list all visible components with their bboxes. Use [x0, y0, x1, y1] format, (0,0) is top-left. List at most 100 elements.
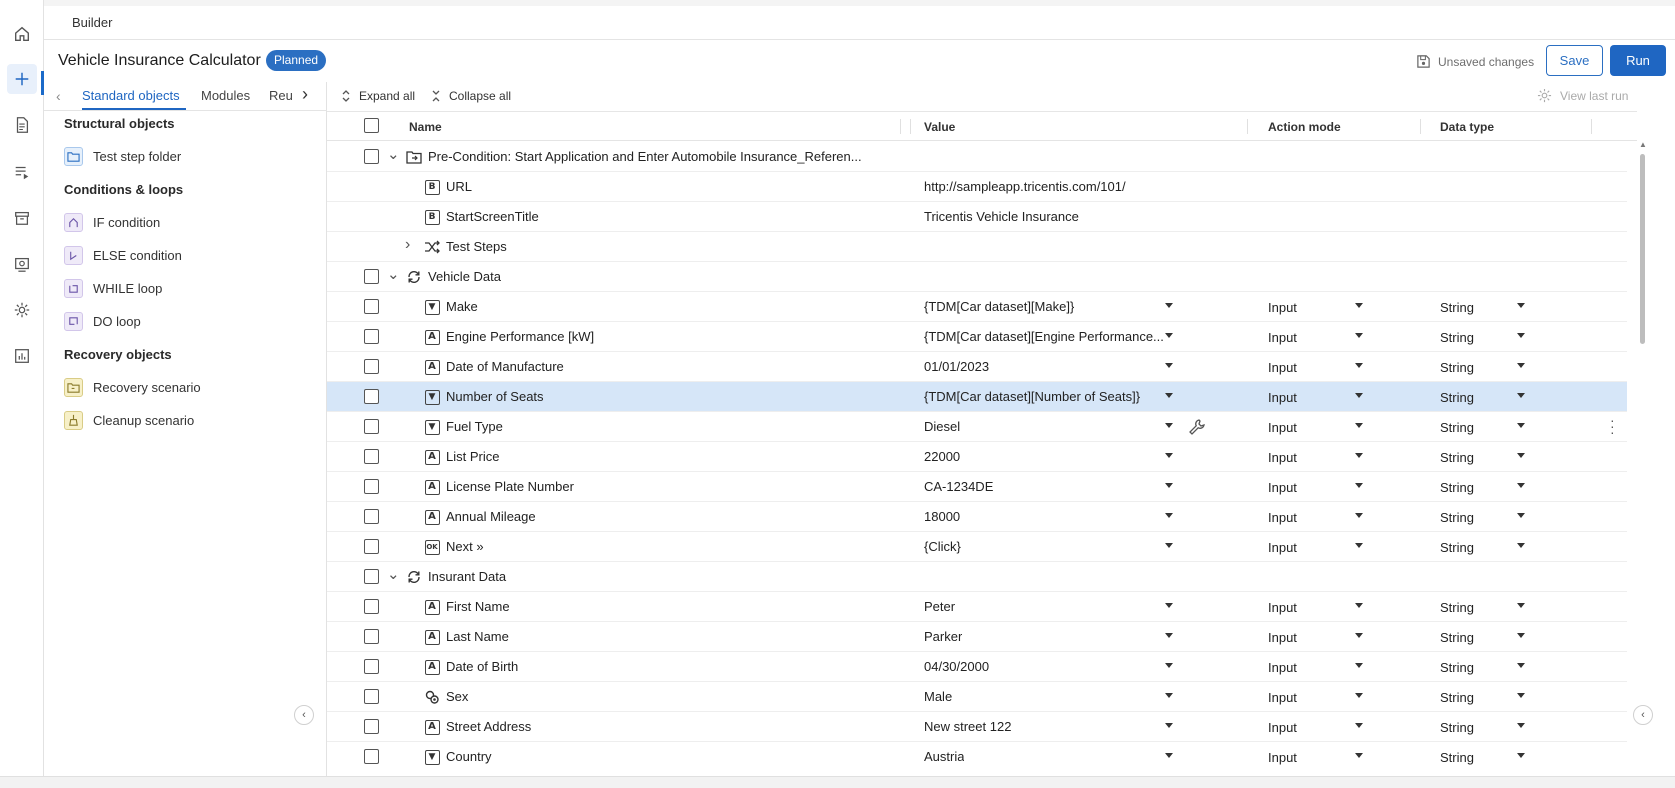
row-value[interactable]: 04/30/2000: [924, 659, 989, 674]
action-mode-dropdown-icon[interactable]: [1355, 393, 1363, 398]
row-checkbox[interactable]: [364, 509, 379, 524]
chevron-right-icon[interactable]: ›: [405, 236, 417, 253]
group-row[interactable]: › Test Steps: [327, 232, 1627, 262]
data-type-select[interactable]: String: [1440, 720, 1474, 735]
add-icon[interactable]: [7, 64, 37, 94]
data-type-select[interactable]: String: [1440, 600, 1474, 615]
action-mode-select[interactable]: Input: [1268, 600, 1297, 615]
data-type-select[interactable]: String: [1440, 330, 1474, 345]
view-last-run-button[interactable]: View last run: [1537, 88, 1628, 103]
action-mode-select[interactable]: Input: [1268, 630, 1297, 645]
data-type-select[interactable]: String: [1440, 420, 1474, 435]
tab-modules[interactable]: Modules: [201, 88, 250, 103]
row-value[interactable]: Male: [924, 689, 952, 704]
chevron-down-icon[interactable]: ⌄: [387, 565, 400, 583]
data-type-dropdown-icon[interactable]: [1517, 633, 1525, 638]
tabs-scroll-left-icon[interactable]: ‹: [56, 88, 61, 104]
data-type-dropdown-icon[interactable]: [1517, 723, 1525, 728]
data-type-dropdown-icon[interactable]: [1517, 363, 1525, 368]
row-value[interactable]: http://sampleapp.tricentis.com/101/: [924, 179, 1126, 194]
collapse-left-panel-icon[interactable]: ‹: [294, 705, 314, 725]
palette-item-do-loop[interactable]: DO loop: [64, 309, 141, 333]
tabs-scroll-right-icon[interactable]: ›: [302, 84, 308, 105]
row-value[interactable]: 18000: [924, 509, 960, 524]
folder-row[interactable]: ⌄ Insurant Data: [327, 562, 1627, 592]
scrollbar-thumb[interactable]: [1640, 154, 1645, 344]
action-mode-dropdown-icon[interactable]: [1355, 453, 1363, 458]
action-mode-select[interactable]: Input: [1268, 420, 1297, 435]
tab-standard-objects[interactable]: Standard objects: [82, 88, 180, 103]
value-dropdown-icon[interactable]: [1165, 603, 1173, 608]
data-type-select[interactable]: String: [1440, 540, 1474, 555]
value-dropdown-icon[interactable]: [1165, 543, 1173, 548]
expand-all-button[interactable]: Expand all: [341, 89, 415, 103]
action-mode-dropdown-icon[interactable]: [1355, 303, 1363, 308]
table-row[interactable]: A Date of Manufacture 01/01/2023 Input Strin…: [327, 352, 1627, 382]
data-type-select[interactable]: String: [1440, 510, 1474, 525]
value-dropdown-icon[interactable]: [1165, 663, 1173, 668]
table-row[interactable]: A Last Name Parker Input String: [327, 622, 1627, 652]
value-dropdown-icon[interactable]: [1165, 423, 1173, 428]
action-mode-dropdown-icon[interactable]: [1355, 543, 1363, 548]
row-checkbox[interactable]: [364, 419, 379, 434]
save-button[interactable]: Save: [1546, 45, 1603, 76]
row-checkbox[interactable]: [364, 359, 379, 374]
value-dropdown-icon[interactable]: [1165, 693, 1173, 698]
row-checkbox[interactable]: [364, 659, 379, 674]
data-type-select[interactable]: String: [1440, 390, 1474, 405]
palette-item-if-condition[interactable]: IF condition: [64, 210, 160, 234]
row-checkbox[interactable]: [364, 329, 379, 344]
row-checkbox[interactable]: [364, 749, 379, 764]
scroll-up-icon[interactable]: ▲: [1639, 140, 1647, 149]
data-type-select[interactable]: String: [1440, 630, 1474, 645]
row-value[interactable]: 01/01/2023: [924, 359, 989, 374]
table-row[interactable]: A Date of Birth 04/30/2000 Input String: [327, 652, 1627, 682]
table-row[interactable]: A Street Address New street 122 Input String: [327, 712, 1627, 742]
row-value[interactable]: Austria: [924, 749, 964, 764]
action-mode-dropdown-icon[interactable]: [1355, 663, 1363, 668]
data-type-select[interactable]: String: [1440, 480, 1474, 495]
row-checkbox[interactable]: [364, 449, 379, 464]
run-button[interactable]: Run: [1610, 45, 1666, 76]
camera-box-icon[interactable]: [7, 249, 37, 279]
action-mode-select[interactable]: Input: [1268, 750, 1297, 765]
action-mode-select[interactable]: Input: [1268, 300, 1297, 315]
data-type-dropdown-icon[interactable]: [1517, 693, 1525, 698]
value-dropdown-icon[interactable]: [1165, 483, 1173, 488]
table-row[interactable]: ▼ Country Austria Input String: [327, 742, 1627, 771]
row-checkbox[interactable]: [364, 539, 379, 554]
data-type-select[interactable]: String: [1440, 450, 1474, 465]
row-value[interactable]: {Click}: [924, 539, 961, 554]
value-dropdown-icon[interactable]: [1165, 333, 1173, 338]
row-value[interactable]: Diesel: [924, 419, 960, 434]
more-options-icon[interactable]: · · ·: [1610, 413, 1615, 439]
data-type-select[interactable]: String: [1440, 690, 1474, 705]
row-checkbox[interactable]: [364, 719, 379, 734]
document-icon[interactable]: [7, 110, 37, 140]
table-row[interactable]: ▼ Number of Seats {TDM[Car dataset][Number…: [327, 382, 1627, 412]
data-type-dropdown-icon[interactable]: [1517, 423, 1525, 428]
value-dropdown-icon[interactable]: [1165, 393, 1173, 398]
value-dropdown-icon[interactable]: [1165, 723, 1173, 728]
report-chart-icon[interactable]: [7, 341, 37, 371]
action-mode-select[interactable]: Input: [1268, 720, 1297, 735]
data-type-dropdown-icon[interactable]: [1517, 603, 1525, 608]
collapse-right-panel-icon[interactable]: ‹: [1633, 705, 1653, 725]
row-value[interactable]: Peter: [924, 599, 955, 614]
value-dropdown-icon[interactable]: [1165, 363, 1173, 368]
table-row[interactable]: A Annual Mileage 18000 Input String: [327, 502, 1627, 532]
table-row[interactable]: A License Plate Number CA-1234DE Input Strin…: [327, 472, 1627, 502]
row-value[interactable]: CA-1234DE: [924, 479, 993, 494]
action-mode-dropdown-icon[interactable]: [1355, 693, 1363, 698]
collapse-all-button[interactable]: Collapse all: [431, 89, 511, 103]
row-checkbox[interactable]: [364, 299, 379, 314]
table-row[interactable]: A List Price 22000 Input String: [327, 442, 1627, 472]
chevron-down-icon[interactable]: ⌄: [387, 145, 400, 163]
value-dropdown-icon[interactable]: [1165, 453, 1173, 458]
action-mode-dropdown-icon[interactable]: [1355, 363, 1363, 368]
row-value[interactable]: New street 122: [924, 719, 1011, 734]
wrench-icon[interactable]: [1188, 418, 1206, 436]
data-type-dropdown-icon[interactable]: [1517, 513, 1525, 518]
action-mode-dropdown-icon[interactable]: [1355, 753, 1363, 758]
list-play-icon[interactable]: [7, 157, 37, 187]
